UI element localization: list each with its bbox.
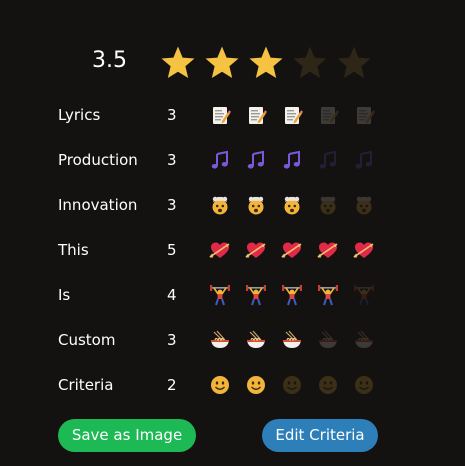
overall-score: 3.5 (92, 48, 127, 73)
criteria-value: 3 (167, 106, 177, 124)
criteria-row: Production 3 (0, 138, 465, 183)
criteria-label: Custom (58, 331, 116, 349)
criteria-row: Innovation 3 (0, 183, 465, 228)
heart-arrow-icon (281, 239, 303, 261)
star-empty-icon (335, 44, 373, 82)
criteria-value: 4 (167, 286, 177, 304)
overall-rating: 3.5 (0, 40, 465, 84)
memo-icon (245, 104, 267, 126)
save-as-image-button[interactable]: Save as Image (58, 419, 196, 452)
criteria-value: 2 (167, 376, 177, 394)
criteria-value: 5 (167, 241, 177, 259)
criteria-label: Innovation (58, 196, 138, 214)
smiley-face-icon (245, 374, 267, 396)
criteria-row: Criteria 2 (0, 363, 465, 408)
noodle-bowl-icon (281, 329, 303, 351)
criteria-row: Custom 3 (0, 318, 465, 363)
weight-lifter-icon (245, 284, 267, 306)
criteria-value: 3 (167, 331, 177, 349)
smiley-face-icon (281, 374, 303, 396)
criteria-label: Criteria (58, 376, 114, 394)
star-filled-icon (247, 44, 285, 82)
memo-icon (353, 104, 375, 126)
criteria-value: 3 (167, 151, 177, 169)
memo-icon (209, 104, 231, 126)
smiley-face-icon (317, 374, 339, 396)
noodle-bowl-icon (245, 329, 267, 351)
edit-criteria-button[interactable]: Edit Criteria (262, 419, 378, 452)
criteria-row: Lyrics 3 (0, 93, 465, 138)
weight-lifter-icon (209, 284, 231, 306)
music-note-icon (245, 149, 267, 171)
music-note-icon (353, 149, 375, 171)
criteria-value: 3 (167, 196, 177, 214)
criteria-label: Lyrics (58, 106, 101, 124)
star-filled-icon (159, 44, 197, 82)
star-empty-icon (291, 44, 329, 82)
noodle-bowl-icon (317, 329, 339, 351)
criteria-label: This (58, 241, 89, 259)
exploding-head-icon (245, 194, 267, 216)
exploding-head-icon (209, 194, 231, 216)
music-note-icon (209, 149, 231, 171)
exploding-head-icon (281, 194, 303, 216)
music-note-icon (281, 149, 303, 171)
heart-arrow-icon (245, 239, 267, 261)
heart-arrow-icon (353, 239, 375, 261)
noodle-bowl-icon (353, 329, 375, 351)
weight-lifter-icon (353, 284, 375, 306)
weight-lifter-icon (281, 284, 303, 306)
noodle-bowl-icon (209, 329, 231, 351)
memo-icon (317, 104, 339, 126)
music-note-icon (317, 149, 339, 171)
weight-lifter-icon (317, 284, 339, 306)
star-filled-icon (203, 44, 241, 82)
smiley-face-icon (353, 374, 375, 396)
criteria-row: Is 4 (0, 273, 465, 318)
smiley-face-icon (209, 374, 231, 396)
exploding-head-icon (353, 194, 375, 216)
exploding-head-icon (317, 194, 339, 216)
criteria-label: Production (58, 151, 138, 169)
heart-arrow-icon (209, 239, 231, 261)
memo-icon (281, 104, 303, 126)
heart-arrow-icon (317, 239, 339, 261)
criteria-row: This 5 (0, 228, 465, 273)
criteria-label: Is (58, 286, 71, 304)
